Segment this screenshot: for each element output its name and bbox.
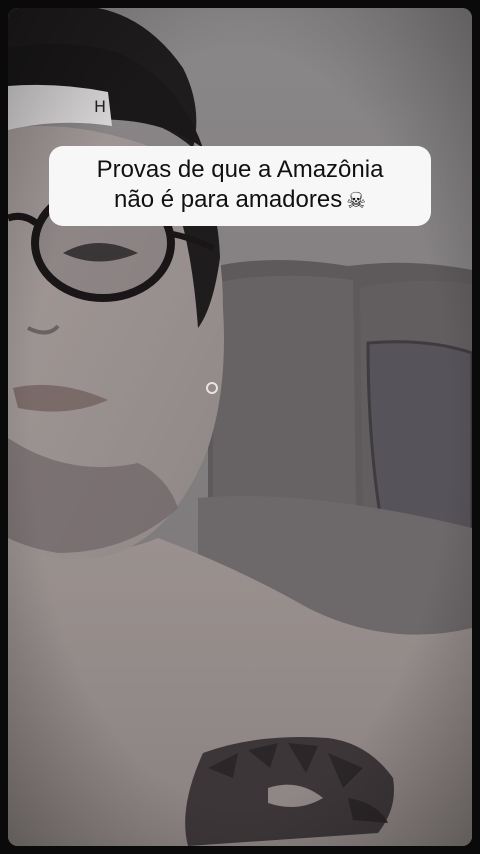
video-frame: H	[8, 8, 472, 846]
video-still: H	[8, 8, 472, 846]
caption-box: Provas de que a Amazônia não é para amad…	[49, 146, 431, 226]
skull-crossbones-icon: ☠	[346, 189, 366, 214]
caption-line-2: não é para amadores ☠	[114, 185, 366, 217]
caption-line-2-text: não é para amadores	[114, 186, 343, 213]
caption-line-1: Provas de que a Amazônia	[96, 156, 384, 183]
